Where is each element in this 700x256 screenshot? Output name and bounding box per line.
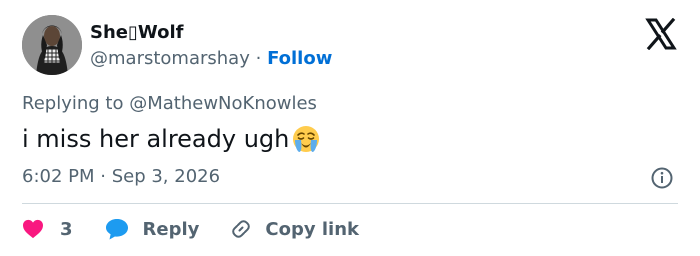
author-handle-row: @marstomarshay · Follow [90,48,332,70]
tweet-text: i miss her already ugh [22,123,321,155]
reply-mention-link[interactable]: @MathewNoKnowles [129,93,317,114]
x-logo-icon[interactable] [645,18,677,50]
copy-link-label: Copy link [265,218,359,240]
like-count: 3 [60,218,73,240]
tweet-body: i miss her already ugh [22,125,290,153]
author-name[interactable]: She▯Wolf [90,22,183,44]
tweet-actions: 3 Reply Copy link [22,216,359,242]
info-icon[interactable] [650,166,674,190]
replying-to: Replying to @MathewNoKnowles [22,93,317,115]
reply-bubble-icon [105,219,128,240]
divider [22,203,678,204]
reply-label: Reply [142,218,200,240]
heart-icon [23,219,43,239]
separator-dot: · [255,48,262,69]
replying-prefix: Replying to [22,93,124,114]
author-handle[interactable]: @marstomarshay [90,48,250,69]
tweet-timestamp[interactable]: 6:02 PM · Sep 3, 2026 [22,166,220,188]
copy-link-button[interactable]: Copy link [229,217,359,241]
link-icon [232,220,251,238]
like-button[interactable]: 3 [22,219,73,240]
follow-button[interactable]: Follow [267,48,332,69]
reply-button[interactable]: Reply [105,218,200,240]
avatar[interactable] [22,15,82,75]
loudly-crying-face-icon [293,126,320,152]
